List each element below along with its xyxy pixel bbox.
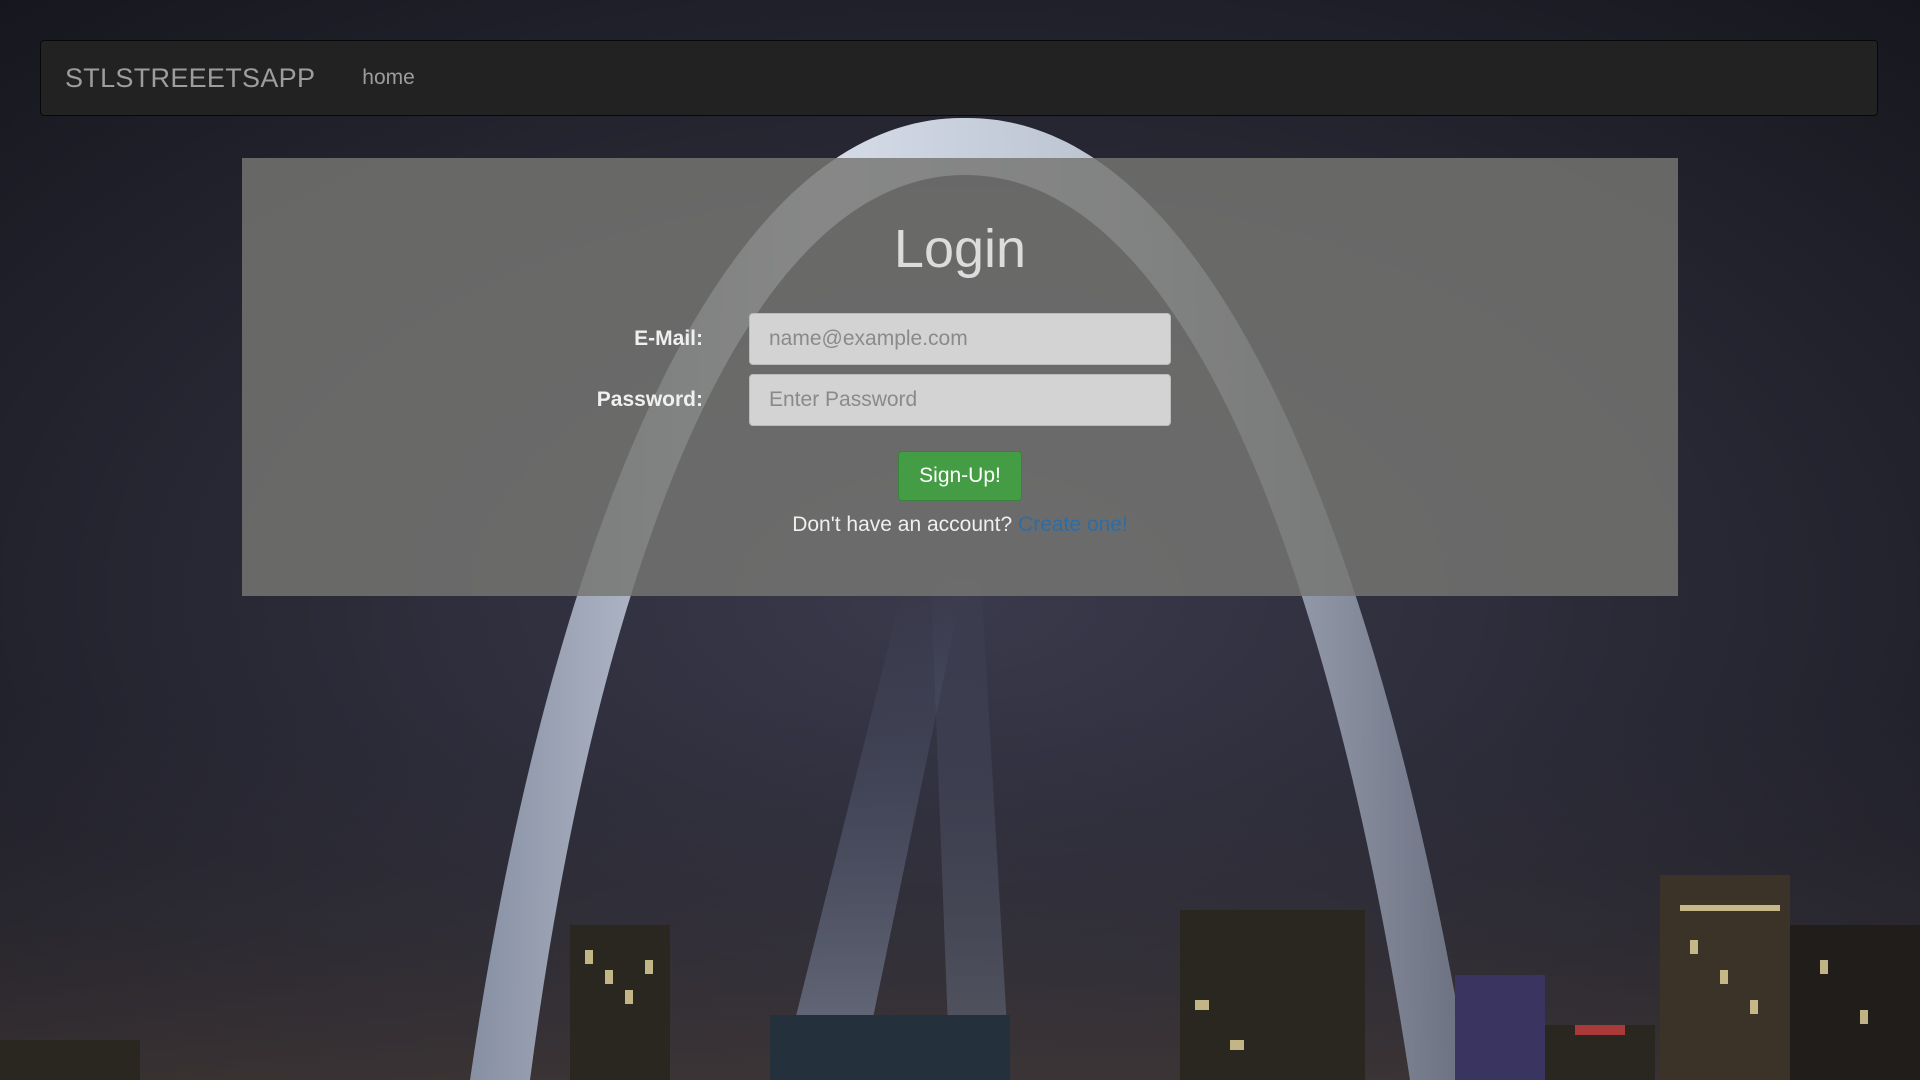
password-field[interactable] <box>749 374 1171 426</box>
signup-prompt: Don't have an account? Create one! <box>0 513 1920 537</box>
email-label: E-Mail: <box>634 327 703 350</box>
nav-link-home[interactable]: home <box>362 66 415 90</box>
brand-link[interactable]: STLSTREEETSAPP <box>65 63 315 94</box>
email-field[interactable] <box>749 313 1171 365</box>
password-label: Password: <box>596 388 703 411</box>
top-navbar: STLSTREEETSAPP home <box>40 40 1878 116</box>
signup-button[interactable]: Sign-Up! <box>898 451 1022 501</box>
login-title: Login <box>893 219 1027 279</box>
no-account-text: Don't have an account? <box>792 513 1013 536</box>
create-account-link[interactable]: Create one! <box>1018 513 1128 536</box>
